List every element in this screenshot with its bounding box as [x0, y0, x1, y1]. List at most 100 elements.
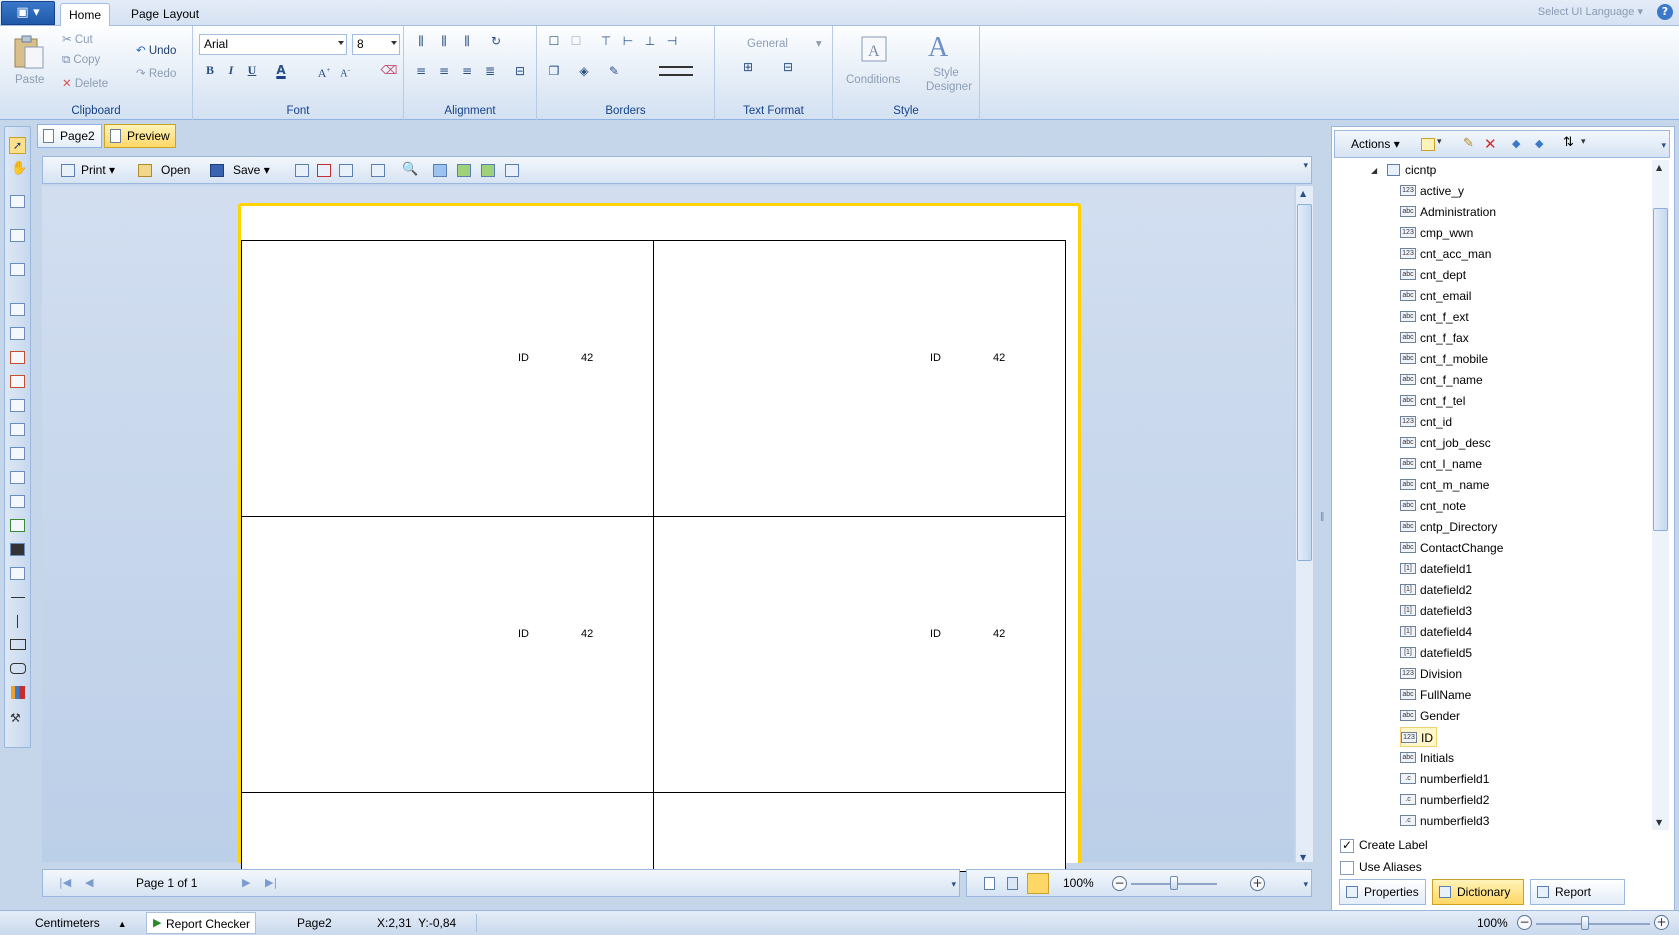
subreport-tool-icon[interactable] [10, 399, 25, 412]
field-item[interactable]: .c numberfield1 [1400, 769, 1489, 789]
copy-button[interactable]: ⧉ Copy [62, 54, 100, 67]
thumbnails-icon[interactable] [457, 164, 471, 177]
multiple-pages-icon[interactable] [1027, 873, 1049, 894]
field-item[interactable]: abc cnt_job_desc [1400, 433, 1491, 453]
rich-text-tool-icon[interactable] [10, 351, 25, 364]
grow-font-button[interactable]: A+ [315, 61, 333, 80]
field-item[interactable]: [1] datefield5 [1400, 643, 1472, 663]
collapse-datasource-icon[interactable]: ◢ [1371, 166, 1377, 175]
find-icon[interactable]: 🔍 [402, 162, 418, 177]
clone-tool-icon[interactable] [10, 447, 25, 460]
scroll-down-icon[interactable]: ▼ [1300, 853, 1306, 862]
align-right-icon[interactable]: ≡ [458, 62, 476, 80]
redo-button[interactable]: ↷ Redo [136, 66, 176, 80]
text-format-select[interactable]: General ▾ [747, 36, 822, 50]
bottom-border-icon[interactable]: ⊥ [641, 32, 659, 50]
field-item[interactable]: abc cnt_f_tel [1400, 391, 1465, 411]
align-top-icon[interactable]: ⫼ [412, 32, 430, 50]
bold-button[interactable]: B [201, 61, 219, 79]
next-page-icon[interactable]: ▶ [242, 876, 250, 889]
fill-color-icon[interactable]: ◈ [575, 62, 593, 80]
image-tool-icon[interactable] [10, 519, 25, 532]
field-item[interactable]: .c numberfield2 [1400, 790, 1489, 810]
dictionary-scroll-down-icon[interactable]: ▼ [1656, 818, 1662, 827]
field-item[interactable]: abc Administration [1400, 202, 1496, 222]
dictionary-scroll-thumb[interactable] [1653, 208, 1668, 531]
field-item[interactable]: abc cnt_l_name [1400, 454, 1482, 474]
bookmarks-icon[interactable] [433, 164, 447, 177]
status-zoom-in-icon[interactable]: + [1654, 915, 1669, 930]
conditions-button[interactable]: A [859, 34, 889, 67]
prev-page-icon[interactable]: ◀ [85, 876, 93, 889]
tab-preview[interactable]: Preview [104, 124, 176, 148]
new-item-dropdown-icon[interactable]: ▾ [1437, 137, 1442, 147]
new-item-icon[interactable] [1421, 138, 1435, 151]
undo-button[interactable]: ↶ Undo [136, 43, 176, 57]
field-item[interactable]: abc cnt_f_name [1400, 370, 1483, 390]
field-item[interactable]: abc FullName [1400, 685, 1471, 705]
zoombar-overflow-icon[interactable]: ▾ [1303, 880, 1308, 890]
save-button[interactable]: Save ▾ [233, 163, 270, 177]
status-zoom-out-icon[interactable]: − [1517, 915, 1532, 930]
sort-icon[interactable]: ⇅ [1563, 135, 1574, 150]
field-item[interactable]: abc ContactChange [1400, 538, 1503, 558]
app-menu-button[interactable]: ▣ ▾ [1, 1, 55, 25]
field-item[interactable]: 123 cnt_id [1400, 412, 1452, 432]
label-tool-icon[interactable] [10, 495, 25, 508]
tab-report-tree[interactable]: Report Tree [1530, 879, 1625, 923]
cut-button[interactable]: ✂ Cut [62, 32, 93, 46]
align-center-icon[interactable]: ≡ [435, 62, 453, 80]
container-tool-icon[interactable] [10, 423, 25, 436]
tab-dictionary[interactable]: Dictionary [1432, 879, 1524, 905]
format-percent-icon[interactable]: ⊟ [779, 58, 797, 76]
dictionary-scroll-up-icon[interactable]: ▲ [1656, 163, 1662, 172]
preview-scroll-thumb[interactable] [1297, 204, 1312, 561]
no-border-icon[interactable]: ☐ [567, 32, 585, 50]
field-item[interactable]: abc cnt_f_fax [1400, 328, 1469, 348]
band-tool-icon[interactable] [10, 195, 25, 208]
zoom-in-icon[interactable]: + [1250, 876, 1265, 891]
field-item[interactable]: 123 active_y [1400, 181, 1464, 201]
field-item[interactable]: abc cntp_Directory [1400, 517, 1497, 537]
move-down-icon[interactable]: ◆ [1535, 137, 1543, 150]
page-width-icon[interactable] [1007, 877, 1018, 890]
delete-item-icon[interactable]: ✕ [1484, 135, 1497, 153]
align-bottom-icon[interactable]: ⫼ [458, 32, 476, 50]
top-border-icon[interactable]: ⊤ [597, 32, 615, 50]
last-page-icon[interactable]: ▶| [265, 876, 277, 889]
format-currency-icon[interactable]: ⊞ [739, 58, 757, 76]
splitter-grip-icon[interactable]: ‖ [1320, 512, 1325, 522]
left-border-icon[interactable]: ⊢ [619, 32, 637, 50]
tab-page2[interactable]: Page2 [37, 124, 102, 148]
clear-format-icon[interactable]: ⌫ [380, 61, 398, 79]
field-item[interactable]: abc cnt_m_name [1400, 475, 1489, 495]
delete-button[interactable]: ✕ Delete [62, 76, 108, 90]
align-left-icon[interactable]: ≡ [412, 62, 430, 80]
one-page-icon[interactable] [984, 877, 995, 890]
first-page-icon[interactable]: |◀ [59, 876, 71, 889]
rounded-rectangle-tool-icon[interactable] [10, 663, 26, 674]
help-icon[interactable]: ? [1657, 4, 1673, 20]
field-item[interactable]: abc Initials [1400, 748, 1454, 768]
units-selector[interactable]: Centimeters ▲ [35, 916, 127, 930]
scroll-up-icon[interactable]: ▲ [1300, 189, 1306, 198]
dictionary-toolbar-overflow-icon[interactable]: ▾ [1661, 141, 1666, 151]
print-button[interactable]: Print ▾ [81, 163, 115, 177]
border-style-icon[interactable] [659, 66, 693, 76]
align-justify-icon[interactable]: ≣ [481, 62, 499, 80]
field-item[interactable]: [1] datefield3 [1400, 601, 1472, 621]
cross-band-tool-icon[interactable] [10, 229, 25, 242]
field-item[interactable]: .c numberfield3 [1400, 811, 1489, 831]
chart-tool-icon[interactable] [11, 686, 25, 699]
italic-button[interactable]: I [222, 61, 240, 79]
tab-home[interactable]: Home [60, 3, 111, 26]
all-borders-icon[interactable]: ☐ [545, 32, 563, 50]
report-checker-button[interactable]: ▶ Report Checker [146, 912, 256, 934]
image-text-tool-icon[interactable] [10, 375, 25, 388]
use-aliases-checkbox[interactable] [1340, 861, 1354, 875]
word-wrap-icon[interactable]: ⊟ [511, 62, 529, 80]
right-border-icon[interactable]: ⊣ [663, 32, 681, 50]
rotate-text-icon[interactable]: ↻ [487, 32, 505, 50]
field-item[interactable]: [1] datefield2 [1400, 580, 1472, 600]
field-item[interactable]: abc Gender [1400, 706, 1460, 726]
